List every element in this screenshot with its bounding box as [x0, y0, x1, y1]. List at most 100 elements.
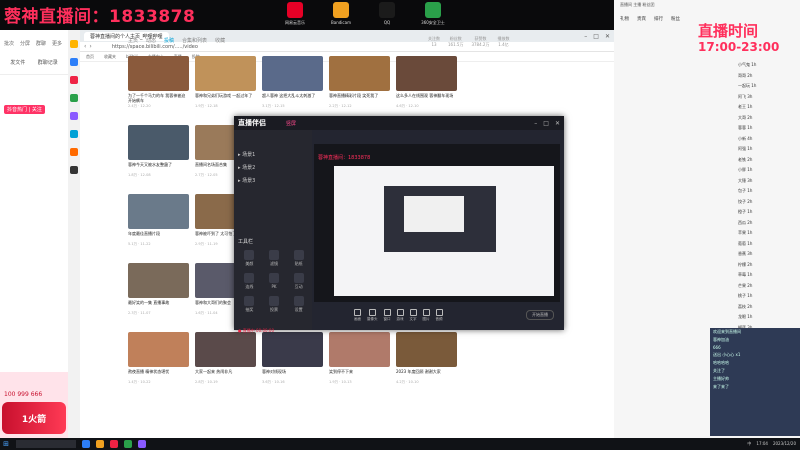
video-card[interactable]: 笑到停不下来 1.9万 · 10-13: [329, 332, 390, 394]
viewer-list-item[interactable]: 橙子 1h: [738, 209, 798, 220]
back-icon[interactable]: ‹: [84, 43, 86, 50]
url-text[interactable]: https://space.bilibili.com/...../video: [112, 44, 198, 50]
maximize-icon[interactable]: □: [593, 33, 599, 40]
video-card[interactable]: 蓉神对线现场 3.6万 · 10-16: [262, 332, 323, 394]
viewer-list-item[interactable]: 西瓜 2h: [738, 220, 798, 231]
video-card[interactable]: 蓉神和兄弟们玩游戏 一起过年了 1.9万 · 12-18: [195, 56, 256, 118]
tool-button[interactable]: 抽奖: [238, 296, 261, 313]
video-card[interactable]: 大家一起来 热闹非凡 2.8万 · 10-19: [195, 332, 256, 394]
right-nav-item[interactable]: 礼物: [620, 16, 629, 22]
video-title[interactable]: 蓉神今天又被水友整蛊了: [128, 162, 189, 172]
video-thumbnail[interactable]: [128, 332, 189, 367]
profile-tab[interactable]: 投稿: [164, 37, 174, 44]
video-title[interactable]: 这么多人在线围观 蓉神翻车现场: [396, 93, 457, 103]
viewer-list-item[interactable]: 小新 4h: [738, 136, 798, 147]
tool-button[interactable]: 连线: [238, 273, 261, 290]
viewer-list-item[interactable]: 阿强 1h: [738, 146, 798, 157]
source-button[interactable]: 游戏: [396, 308, 404, 322]
video-thumbnail[interactable]: [128, 125, 189, 160]
tray-item[interactable]: 17:04: [756, 441, 768, 447]
video-card[interactable]: 2023 年度回顾 谢谢大家 4.2万 · 10-10: [396, 332, 457, 394]
left-toolbar-item[interactable]: 批次: [4, 40, 14, 47]
start-live-button[interactable]: 开始直播: [526, 310, 554, 320]
profile-tab[interactable]: 动态: [146, 37, 156, 44]
viewer-list-item[interactable]: 包子 1h: [738, 188, 798, 199]
viewer-list-item[interactable]: 小气鬼 1h: [738, 62, 798, 73]
video-card[interactable]: 年度最佳直播片段 5.1万 · 11-22: [128, 194, 189, 256]
taskbar-app-icon[interactable]: [110, 440, 118, 448]
close-icon[interactable]: ✕: [555, 120, 560, 127]
desktop-shortcut[interactable]: 360安全卫士: [420, 0, 446, 30]
video-title[interactable]: 蓉神和兄弟们玩游戏 一起过年了: [195, 93, 256, 103]
video-card[interactable]: 蓉神直播精彩片段 笑死我了 2.2万 · 12-12: [329, 56, 390, 118]
viewer-list-item[interactable]: 老王 1h: [738, 104, 798, 115]
scene-item[interactable]: ▸ 场景2: [234, 161, 312, 174]
video-card[interactable]: 熬夜直播 精神状态堪忧 1.4万 · 10-22: [128, 332, 189, 394]
bookmark-link[interactable]: 收藏夹: [104, 54, 116, 60]
source-button[interactable]: 文字: [409, 308, 417, 322]
video-thumbnail[interactable]: [128, 194, 189, 229]
tool-button[interactable]: 互动: [287, 273, 310, 290]
viewer-list-item[interactable]: 哥哥 2h: [738, 73, 798, 84]
viewer-list-item[interactable]: 大锤 3h: [738, 178, 798, 189]
profile-tab[interactable]: 合集和列表: [182, 37, 207, 44]
dock-app-icon[interactable]: [70, 76, 78, 84]
viewer-list-item[interactable]: 蓉蓉 1h: [738, 125, 798, 136]
video-title[interactable]: 熬夜直播 精神状态堪忧: [128, 369, 189, 379]
viewer-list-item[interactable]: 大哥 2h: [738, 115, 798, 126]
forward-icon[interactable]: ›: [89, 43, 91, 50]
video-card[interactable]: 超人蓉神 这把大乱斗太刺激了 3.1万 · 12-15: [262, 56, 323, 118]
left-toolbar-item[interactable]: 群聊: [36, 40, 46, 47]
source-button[interactable]: 摄像头: [367, 308, 378, 322]
viewer-list-item[interactable]: 荔枝 2h: [738, 304, 798, 315]
profile-tab[interactable]: 主页: [128, 37, 138, 44]
dock-app-icon[interactable]: [70, 58, 78, 66]
video-card[interactable]: 这么多人在线围观 蓉神翻车现场 4.6万 · 12-10: [396, 56, 457, 118]
video-thumbnail[interactable]: [262, 56, 323, 91]
video-thumbnail[interactable]: [195, 332, 256, 367]
video-title[interactable]: 最好笑的一集 直播事故: [128, 300, 189, 310]
taskbar-app-icon[interactable]: [138, 440, 146, 448]
viewer-list-item[interactable]: 一起玩 1h: [738, 83, 798, 94]
viewer-list-item[interactable]: 龙眼 1h: [738, 314, 798, 325]
tool-button[interactable]: PK: [263, 273, 286, 290]
desktop-shortcut[interactable]: 网易云音乐: [282, 0, 308, 30]
video-title[interactable]: 超人蓉神 这把大乱斗太刺激了: [262, 93, 323, 103]
video-card[interactable]: 为了一千个马力的车 我蓉神被迫开始飙车 2.4万 · 12-20: [128, 56, 189, 118]
video-thumbnail[interactable]: [262, 332, 323, 367]
windows-start-icon[interactable]: ⊞: [0, 438, 12, 450]
left-toolbar-item[interactable]: 更多: [52, 40, 62, 47]
bookmark-link[interactable]: 首页: [86, 54, 94, 60]
dock-app-icon[interactable]: [70, 112, 78, 120]
orientation-mode[interactable]: 竖屏: [286, 120, 296, 127]
dock-app-icon[interactable]: [70, 130, 78, 138]
video-thumbnail[interactable]: [128, 263, 189, 298]
video-title[interactable]: 笑到停不下来: [329, 369, 390, 379]
right-nav-item[interactable]: 排行: [654, 16, 663, 22]
desktop-shortcut[interactable]: QQ: [374, 0, 400, 30]
video-thumbnail[interactable]: [329, 332, 390, 367]
right-nav-item[interactable]: 粉丝: [671, 16, 680, 22]
source-button[interactable]: 图片: [422, 308, 430, 322]
video-title[interactable]: 2023 年度回顾 谢谢大家: [396, 369, 457, 379]
tool-button[interactable]: 贴纸: [287, 250, 310, 267]
desktop-shortcut[interactable]: Bandicam: [328, 0, 354, 30]
minimize-icon[interactable]: –: [584, 33, 587, 40]
video-thumbnail[interactable]: [329, 56, 390, 91]
minimize-icon[interactable]: –: [534, 120, 537, 127]
close-icon[interactable]: ✕: [605, 33, 610, 40]
profile-tab[interactable]: 收藏: [215, 37, 225, 44]
source-button[interactable]: 音频: [435, 308, 443, 322]
tool-button[interactable]: 投票: [263, 296, 286, 313]
video-thumbnail[interactable]: [195, 56, 256, 91]
taskbar-app-icon[interactable]: [124, 440, 132, 448]
viewer-list-item[interactable]: 饺子 2h: [738, 199, 798, 210]
tool-button[interactable]: 设置: [287, 296, 310, 313]
tray-item[interactable]: 中: [747, 441, 751, 447]
video-thumbnail[interactable]: [128, 56, 189, 91]
video-thumbnail[interactable]: [396, 332, 457, 367]
video-title[interactable]: 年度最佳直播片段: [128, 231, 189, 241]
left-toolbar-item[interactable]: 分屏: [20, 40, 30, 47]
video-title[interactable]: 蓉神对线现场: [262, 369, 323, 379]
scene-item[interactable]: ▸ 场景1: [234, 148, 312, 161]
